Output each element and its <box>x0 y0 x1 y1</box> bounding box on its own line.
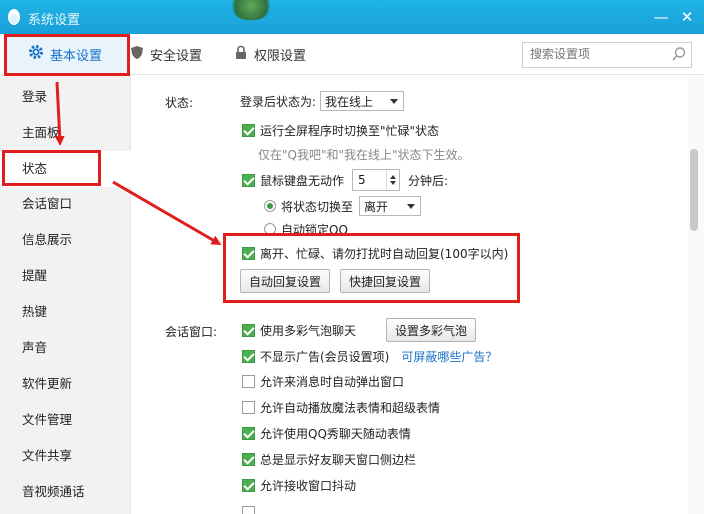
chevron-down-icon[interactable] <box>390 181 397 185</box>
minimize-button[interactable]: — <box>652 8 670 26</box>
magic-emoji-label: 允许自动播放魔法表情和超级表情 <box>260 400 441 415</box>
idle-prefix-label: 鼠标键盘无动作 <box>260 173 345 188</box>
annotation-box-auto-reply <box>223 233 520 303</box>
status-section-label: 状态: <box>165 96 194 110</box>
idle-minutes-value: 5 <box>358 173 366 187</box>
no-ads-row: 不显示广告(会员设置项) 可屏蔽哪些广告？ <box>242 345 497 367</box>
title-decoration <box>228 0 274 20</box>
chevron-up-icon[interactable] <box>390 175 397 179</box>
login-status-select[interactable]: 我在线上 <box>320 91 405 111</box>
qq-show-label: 允许使用QQ秀聊天随动表情 <box>260 426 411 441</box>
shake-checkbox[interactable] <box>242 478 255 492</box>
magic-emoji-checkbox[interactable] <box>242 400 255 414</box>
auto-popup-label: 允许来消息时自动弹出窗口 <box>260 374 405 389</box>
colorful-bubble-checkbox[interactable] <box>242 323 255 337</box>
login-status-row: 登录后状态为: 我在线上 <box>240 90 405 112</box>
friend-sidebar-label: 总是显示好友聊天窗口侧边栏 <box>260 452 417 467</box>
search-input[interactable] <box>523 43 670 65</box>
title-bar: 系统设置 — ✕ <box>0 0 704 34</box>
colorful-bubble-row: 使用多彩气泡聊天 设置多彩气泡 <box>242 318 477 342</box>
window-title: 系统设置 <box>28 13 81 28</box>
fullscreen-busy-label: 运行全屏程序时切换至"忙碌"状态 <box>260 123 440 138</box>
switch-status-radio[interactable] <box>264 200 276 212</box>
sidebar-item-session-window[interactable]: 会话窗口 <box>0 186 130 222</box>
partial-checkbox[interactable] <box>242 505 255 514</box>
auto-popup-row[interactable]: 允许来消息时自动弹出窗口 <box>242 370 404 392</box>
sidebar-item-hotkey[interactable]: 热键 <box>0 294 130 330</box>
close-button[interactable]: ✕ <box>678 8 696 26</box>
penguin-logo-icon <box>8 9 20 25</box>
login-status-label: 登录后状态为: <box>240 94 317 109</box>
sidebar-item-main-panel[interactable]: 主面板 <box>0 115 130 151</box>
annotation-box-basic-settings <box>4 34 130 76</box>
tab-label: 安全设置 <box>150 48 203 64</box>
idle-suffix-label: 分钟后: <box>408 173 449 188</box>
scrollbar[interactable] <box>688 75 704 514</box>
lock-icon <box>234 45 248 64</box>
colorful-bubble-settings-button[interactable]: 设置多彩气泡 <box>386 318 477 342</box>
chevron-down-icon <box>407 203 416 209</box>
sidebar-item-login[interactable]: 登录 <box>0 79 130 115</box>
annotation-box-status <box>2 150 101 186</box>
fullscreen-busy-row[interactable]: 运行全屏程序时切换至"忙碌"状态 <box>242 119 439 141</box>
switch-status-value: 离开 <box>364 199 389 214</box>
chevron-down-icon <box>390 98 399 104</box>
shake-row[interactable]: 允许接收窗口抖动 <box>242 474 356 496</box>
no-ads-label: 不显示广告(会员设置项) <box>260 349 390 364</box>
tab-label: 权限设置 <box>254 48 307 64</box>
login-status-value: 我在线上 <box>325 94 374 109</box>
search-icon[interactable] <box>671 46 687 65</box>
sidebar-item-file-management[interactable]: 文件管理 <box>0 402 130 438</box>
tab-security-settings[interactable]: 安全设置 <box>130 34 202 74</box>
sidebar: 登录 主面板 状态 会话窗口 信息展示 提醒 热键 声音 软件更新 文件管理 文… <box>0 75 131 514</box>
auto-popup-checkbox[interactable] <box>242 374 255 388</box>
magic-emoji-row[interactable]: 允许自动播放魔法表情和超级表情 <box>242 396 440 418</box>
sidebar-item-reminder[interactable]: 提醒 <box>0 258 130 294</box>
idle-minutes-stepper[interactable]: 5 <box>352 169 401 191</box>
sidebar-item-software-update[interactable]: 软件更新 <box>0 366 130 402</box>
session-section-label: 会话窗口: <box>165 325 218 339</box>
sidebar-item-info-display[interactable]: 信息展示 <box>0 222 130 258</box>
fullscreen-busy-checkbox[interactable] <box>242 123 255 137</box>
partial-row <box>242 501 260 514</box>
colorful-bubble-label: 使用多彩气泡聊天 <box>260 323 357 338</box>
scrollbar-thumb[interactable] <box>690 149 698 231</box>
qq-show-checkbox[interactable] <box>242 426 255 440</box>
friend-sidebar-row[interactable]: 总是显示好友聊天窗口侧边栏 <box>242 448 416 470</box>
stepper-arrows[interactable] <box>386 170 399 190</box>
search-box[interactable] <box>522 42 692 68</box>
idle-row: 鼠标键盘无动作 5 分钟后: <box>242 169 448 191</box>
sidebar-item-sound[interactable]: 声音 <box>0 330 130 366</box>
switch-status-label: 将状态切换至 <box>281 199 354 214</box>
no-ads-checkbox[interactable] <box>242 349 255 363</box>
sidebar-item-av-call[interactable]: 音视频通话 <box>0 474 130 510</box>
friend-sidebar-checkbox[interactable] <box>242 452 255 466</box>
switch-status-row: 将状态切换至 离开 <box>264 195 422 217</box>
switch-status-select[interactable]: 离开 <box>359 196 422 216</box>
qq-show-row[interactable]: 允许使用QQ秀聊天随动表情 <box>242 422 411 444</box>
sidebar-item-file-sharing[interactable]: 文件共享 <box>0 438 130 474</box>
idle-checkbox[interactable] <box>242 173 255 187</box>
fullscreen-hint: 仅在"Q我吧"和"我在线上"状态下生效。 <box>258 147 470 162</box>
no-ads-link[interactable]: 可屏蔽哪些广告？ <box>401 348 497 365</box>
shake-label: 允许接收窗口抖动 <box>260 478 357 493</box>
tab-permission-settings[interactable]: 权限设置 <box>234 34 306 74</box>
shield-icon <box>130 45 144 64</box>
